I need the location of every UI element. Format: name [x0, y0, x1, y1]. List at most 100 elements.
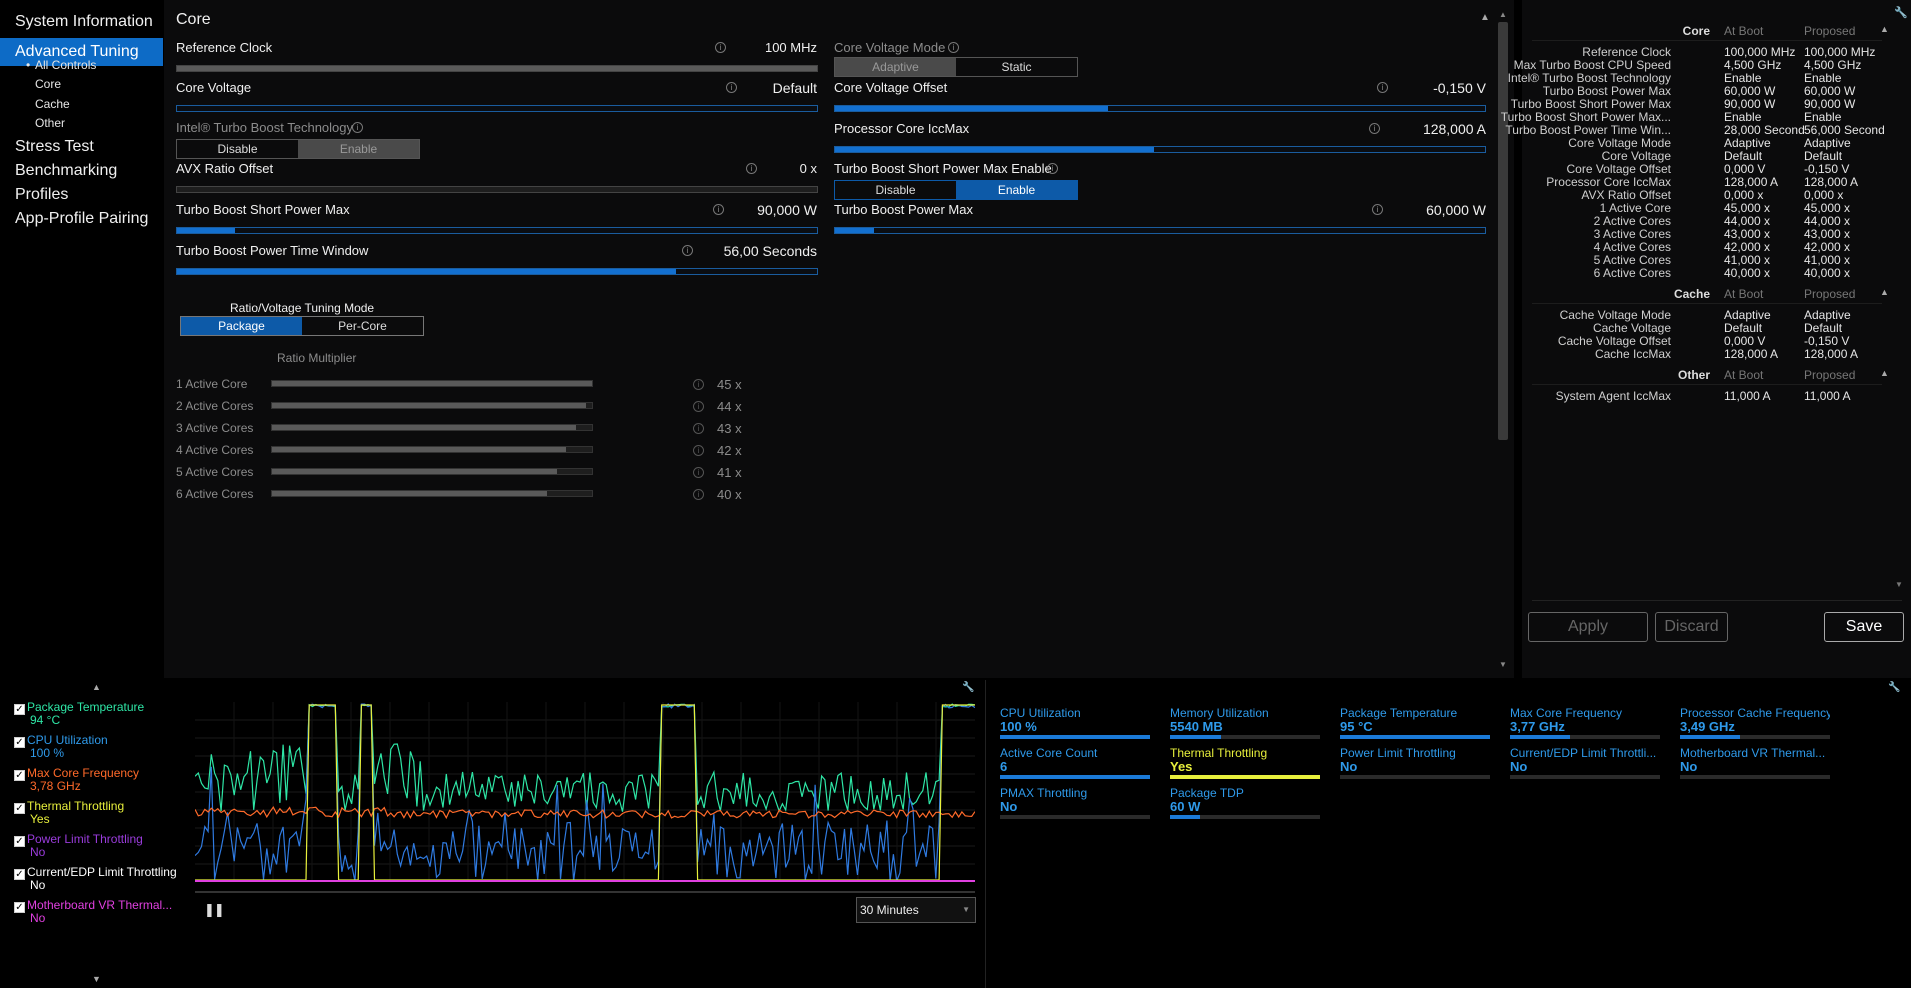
summary-proposed: 43,000 x — [1804, 227, 1851, 241]
discard-button[interactable]: Discard — [1655, 612, 1728, 642]
scroll-up-icon[interactable]: ▲ — [92, 682, 101, 692]
tbpm-value: 60,000 W — [1426, 202, 1486, 218]
iccmax-slider[interactable] — [834, 146, 1486, 153]
info-icon[interactable]: i — [352, 122, 363, 133]
info-icon[interactable]: i — [713, 204, 724, 215]
legend-value: 100 % — [30, 746, 65, 760]
save-button[interactable]: Save — [1824, 612, 1904, 642]
metric-bar — [1000, 775, 1150, 779]
turbo-boost-tech-toggle[interactable]: Disable Enable — [176, 139, 420, 159]
summary-at-boot: 45,000 x — [1724, 201, 1771, 215]
collapse-icon[interactable]: ▲ — [1880, 368, 1889, 378]
col-proposed: Proposed — [1804, 287, 1856, 301]
ratio-row-value: 45 x — [717, 377, 742, 392]
summary-proposed: 128,000 A — [1804, 347, 1859, 361]
option-adaptive[interactable]: Adaptive — [835, 58, 956, 76]
collapse-icon[interactable]: ▲ — [1880, 287, 1889, 297]
summary-at-boot: Adaptive — [1724, 136, 1771, 150]
wrench-icon[interactable]: 🔧 — [1894, 6, 1908, 19]
metric-name: Thermal Throttling — [1170, 746, 1268, 760]
nav-cache[interactable]: Cache — [35, 97, 70, 111]
summary-proposed: 128,000 A — [1804, 175, 1859, 189]
option-enable[interactable]: Enable — [298, 140, 419, 158]
apply-button[interactable]: Apply — [1528, 612, 1648, 642]
collapse-icon[interactable]: ▲ — [1480, 12, 1490, 23]
scroll-down-icon[interactable]: ▼ — [1895, 580, 1903, 589]
tbspm-enable-toggle[interactable]: Disable Enable — [834, 180, 1078, 200]
summary-key: Turbo Boost Power Max — [1542, 84, 1671, 98]
tbpm-slider[interactable] — [834, 227, 1486, 234]
ratio-mode-label: Ratio/Voltage Tuning Mode — [230, 301, 375, 315]
iccmax-label: Processor Core IccMax — [834, 121, 970, 136]
core-voltage-label: Core Voltage — [176, 80, 252, 95]
summary-proposed: 90,000 W — [1804, 97, 1856, 111]
summary-at-boot: 128,000 A — [1724, 175, 1779, 189]
option-static[interactable]: Static — [956, 58, 1077, 76]
info-icon[interactable]: i — [746, 163, 757, 174]
checkbox[interactable]: ✓ — [14, 770, 25, 781]
core-voltage-mode-toggle[interactable]: Adaptive Static — [834, 57, 1078, 77]
summary-key: AVX Ratio Offset — [1581, 188, 1671, 202]
summary-key: Intel® Turbo Boost Technology — [1507, 71, 1671, 85]
time-range-select[interactable]: 30 Minutes ▼ — [856, 897, 976, 923]
checkbox[interactable]: ✓ — [14, 737, 25, 748]
core-voltage-offset-slider[interactable] — [834, 105, 1486, 112]
option-disable[interactable]: Disable — [835, 181, 956, 199]
checkbox[interactable]: ✓ — [14, 869, 25, 880]
scroll-down-icon[interactable]: ▼ — [92, 974, 101, 984]
ratio-row-value: 41 x — [717, 465, 742, 480]
tbspm-slider[interactable] — [176, 227, 818, 234]
summary-proposed: Enable — [1804, 71, 1842, 85]
option-per-core[interactable]: Per-Core — [302, 317, 423, 335]
info-icon[interactable]: i — [726, 82, 737, 93]
metric-name: PMAX Throttling — [1000, 786, 1088, 800]
ratio-multiplier-label: Ratio Multiplier — [277, 351, 357, 365]
pause-icon[interactable]: ❚❚ — [204, 902, 225, 918]
info-icon: i — [693, 467, 704, 478]
collapse-icon[interactable]: ▲ — [1880, 24, 1889, 34]
ratio-row-value: 43 x — [717, 421, 742, 436]
tbspm-value: 90,000 W — [757, 202, 817, 218]
info-icon[interactable]: i — [682, 245, 693, 256]
info-icon: i — [693, 401, 704, 412]
metric-name: CPU Utilization — [1000, 706, 1081, 720]
summary-at-boot: 4,500 GHz — [1724, 58, 1782, 72]
summary-at-boot: 11,000 A — [1724, 389, 1771, 403]
core-voltage-value: Default — [772, 80, 817, 96]
scrollbar[interactable] — [1498, 22, 1508, 440]
wrench-icon[interactable]: 🔧 — [962, 682, 974, 693]
wrench-icon[interactable]: 🔧 — [1888, 682, 1900, 693]
nav-all-controls[interactable]: All Controls — [35, 58, 96, 72]
col-at-boot: At Boot — [1724, 287, 1764, 301]
summary-at-boot: 41,000 x — [1724, 253, 1771, 267]
summary-key: 2 Active Cores — [1593, 214, 1671, 228]
info-icon[interactable]: i — [1377, 82, 1388, 93]
nav-app-profile-pairing[interactable]: App-Profile Pairing — [0, 205, 163, 233]
nav-other[interactable]: Other — [35, 116, 65, 130]
summary-at-boot: 44,000 x — [1724, 214, 1771, 228]
info-icon[interactable]: i — [1372, 204, 1383, 215]
nav-core[interactable]: Core — [35, 77, 61, 91]
option-enable[interactable]: Enable — [956, 181, 1077, 199]
summary-key: 5 Active Cores — [1593, 253, 1671, 267]
metric-name: Max Core Frequency — [1510, 706, 1623, 720]
checkbox[interactable]: ✓ — [14, 803, 25, 814]
scroll-down-icon[interactable]: ▼ — [1499, 660, 1507, 669]
checkbox[interactable]: ✓ — [14, 704, 25, 715]
legend-value: 3,78 GHz — [30, 779, 81, 793]
ratio-mode-toggle[interactable]: Package Per-Core — [180, 316, 424, 336]
option-package[interactable]: Package — [181, 317, 302, 335]
tbspm-label: Turbo Boost Short Power Max — [176, 202, 350, 217]
tbptw-slider[interactable] — [176, 268, 818, 275]
ratio-row-label: 3 Active Cores — [176, 421, 254, 435]
scroll-up-icon[interactable]: ▲ — [1499, 10, 1507, 19]
core-voltage-slider[interactable] — [176, 105, 818, 112]
checkbox[interactable]: ✓ — [14, 902, 25, 913]
info-icon[interactable]: i — [1369, 123, 1380, 134]
checkbox[interactable]: ✓ — [14, 836, 25, 847]
nav-system-information[interactable]: System Information — [0, 8, 163, 36]
option-disable[interactable]: Disable — [177, 140, 298, 158]
info-icon[interactable]: i — [1047, 163, 1058, 174]
info-icon[interactable]: i — [948, 42, 959, 53]
summary-key: Cache Voltage Offset — [1557, 334, 1671, 348]
